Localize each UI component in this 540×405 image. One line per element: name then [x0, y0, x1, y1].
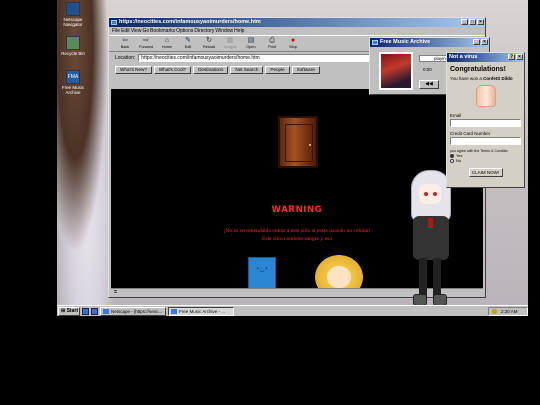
open-button[interactable]: ▤ Open [241, 36, 261, 51]
popup-window: Not a virus ? × Congratulations! You hav… [446, 52, 525, 188]
menu-options[interactable]: Options [176, 27, 193, 35]
people-button[interactable]: People [265, 65, 290, 74]
edit-icon: ✎ [185, 37, 191, 44]
destinations-button[interactable]: Destinations [193, 65, 229, 74]
mascot-right-eye [433, 192, 437, 196]
recycle-bin-desktop-icon[interactable]: Recycle Bin [58, 36, 88, 56]
netscape-title-icon [111, 20, 117, 25]
images-button[interactable]: ▦ Images [220, 36, 240, 51]
close-button[interactable]: × [477, 19, 484, 25]
taskbar-netscape[interactable]: Netscape - [https://neoc... [100, 306, 166, 316]
mascot-left-eye [424, 192, 428, 196]
netscape-icon [66, 2, 80, 16]
location-label: Location: [115, 55, 136, 61]
taskbar-music-archive[interactable]: Free Music Archive - ... [168, 306, 234, 316]
home-button[interactable]: ⌂ Home [157, 36, 177, 51]
blonde-character-image [315, 255, 363, 289]
email-label: Email [450, 113, 462, 118]
software-button[interactable]: Software [291, 65, 320, 74]
browser-menubar: File Edit View Go Bookmarks Options Dire… [109, 27, 485, 35]
minimize-button[interactable]: _ [461, 19, 468, 25]
menu-help[interactable]: Help [234, 27, 244, 35]
mascot-legs [419, 258, 443, 298]
menu-view[interactable]: View [131, 27, 142, 35]
quicklaunch-desktop-icon[interactable] [91, 307, 98, 315]
stop-icon: ● [290, 37, 296, 44]
edit-button[interactable]: ✎ Edit [178, 36, 198, 51]
location-input[interactable]: https://neocities.com/infamousyaoimurder… [138, 54, 375, 62]
mascot-tie [428, 218, 433, 228]
fma-icon: FMA [66, 70, 80, 84]
reload-button[interactable]: ↻ Reload [199, 36, 219, 51]
music-archive-desktop-icon[interactable]: FMA Free Music Archive [58, 70, 88, 95]
menu-go[interactable]: Go [142, 27, 149, 35]
back-button[interactable]: ⇦ Back [115, 36, 135, 51]
quicklaunch-browser-icon[interactable] [82, 307, 89, 315]
popup-title: Not a virus [449, 54, 478, 60]
system-tray-clock: 2:30 AM [488, 306, 528, 316]
yes-radio-dot [450, 153, 454, 158]
back-icon: ⇦ [122, 37, 128, 44]
menu-bookmarks[interactable]: Bookmarks [150, 27, 175, 35]
popup-title-bar[interactable]: Not a virus ? × [447, 53, 524, 62]
start-button[interactable]: ⊞ Start [58, 306, 80, 316]
prize-image [475, 85, 496, 107]
previous-icon: ◀◀ [425, 81, 433, 87]
images-icon: ▦ [226, 37, 234, 44]
print-button[interactable]: ⎙ Print [262, 36, 282, 51]
maximize-button[interactable]: □ [469, 19, 476, 25]
track-time: 0:00 [423, 67, 432, 72]
music-minimize-button[interactable]: _ [473, 39, 480, 45]
menu-edit[interactable]: Edit [121, 27, 130, 35]
menu-directory[interactable]: Directory [194, 27, 214, 35]
album-cover [379, 52, 413, 90]
recycle-bin-icon [66, 36, 80, 50]
print-icon: ⎙ [269, 37, 275, 44]
email-field[interactable] [450, 119, 521, 127]
popup-help-button[interactable]: ? [508, 54, 515, 60]
popup-close-button[interactable]: × [516, 54, 523, 60]
music-close-button[interactable]: × [481, 39, 488, 45]
netscape-desktop-icon[interactable]: Netscape Navigator [58, 2, 88, 27]
stop-button[interactable]: ● Stop [283, 36, 303, 51]
desktop-mascot[interactable] [405, 170, 457, 310]
music-player-title-bar[interactable]: Free Music Archive _ × [370, 38, 489, 47]
net-search-button[interactable]: Net Search [230, 65, 264, 74]
card-label: Credit Card Number [450, 131, 491, 136]
no-radio[interactable]: No [450, 158, 521, 163]
no-radio-dot [450, 158, 454, 163]
popup-content: Congratulations! You have won a Confetti… [447, 62, 524, 179]
reload-icon: ↻ [206, 37, 212, 44]
open-icon: ▤ [247, 37, 255, 44]
blue-character-image: • ‿ • [248, 257, 276, 289]
music-player-title: Free Music Archive [380, 39, 431, 45]
music-title-icon [372, 40, 378, 45]
whats-new-button[interactable]: What's New? [115, 65, 152, 74]
browser-title-bar[interactable]: https://neocities.com/infamousyaoimurder… [109, 18, 485, 27]
menu-window[interactable]: Window [215, 27, 233, 35]
popup-heading: Congratulations! [450, 66, 506, 73]
menu-file[interactable]: File [112, 27, 120, 35]
mascot-face [419, 184, 441, 204]
taskbar: ⊞ Start Netscape - [https://neoc... Free… [57, 305, 528, 316]
whats-cool-button[interactable]: What's Cool? [153, 65, 192, 74]
claim-now-button[interactable]: CLAIM NOW! [468, 168, 503, 177]
forward-button[interactable]: ⇨ Forward [136, 36, 156, 51]
credit-card-field[interactable] [450, 137, 521, 145]
previous-button[interactable]: ◀◀ [419, 80, 439, 89]
door-image[interactable] [278, 116, 318, 168]
prize-text: You have won a Confetti Dildo [450, 76, 513, 81]
windows-logo-icon: ⊞ [61, 307, 66, 314]
forward-icon: ⇨ [143, 37, 149, 44]
security-key-icon: ⚿ [114, 289, 118, 294]
browser-title: https://neocities.com/infamousyaoimurder… [119, 19, 261, 25]
home-icon: ⌂ [164, 37, 170, 44]
